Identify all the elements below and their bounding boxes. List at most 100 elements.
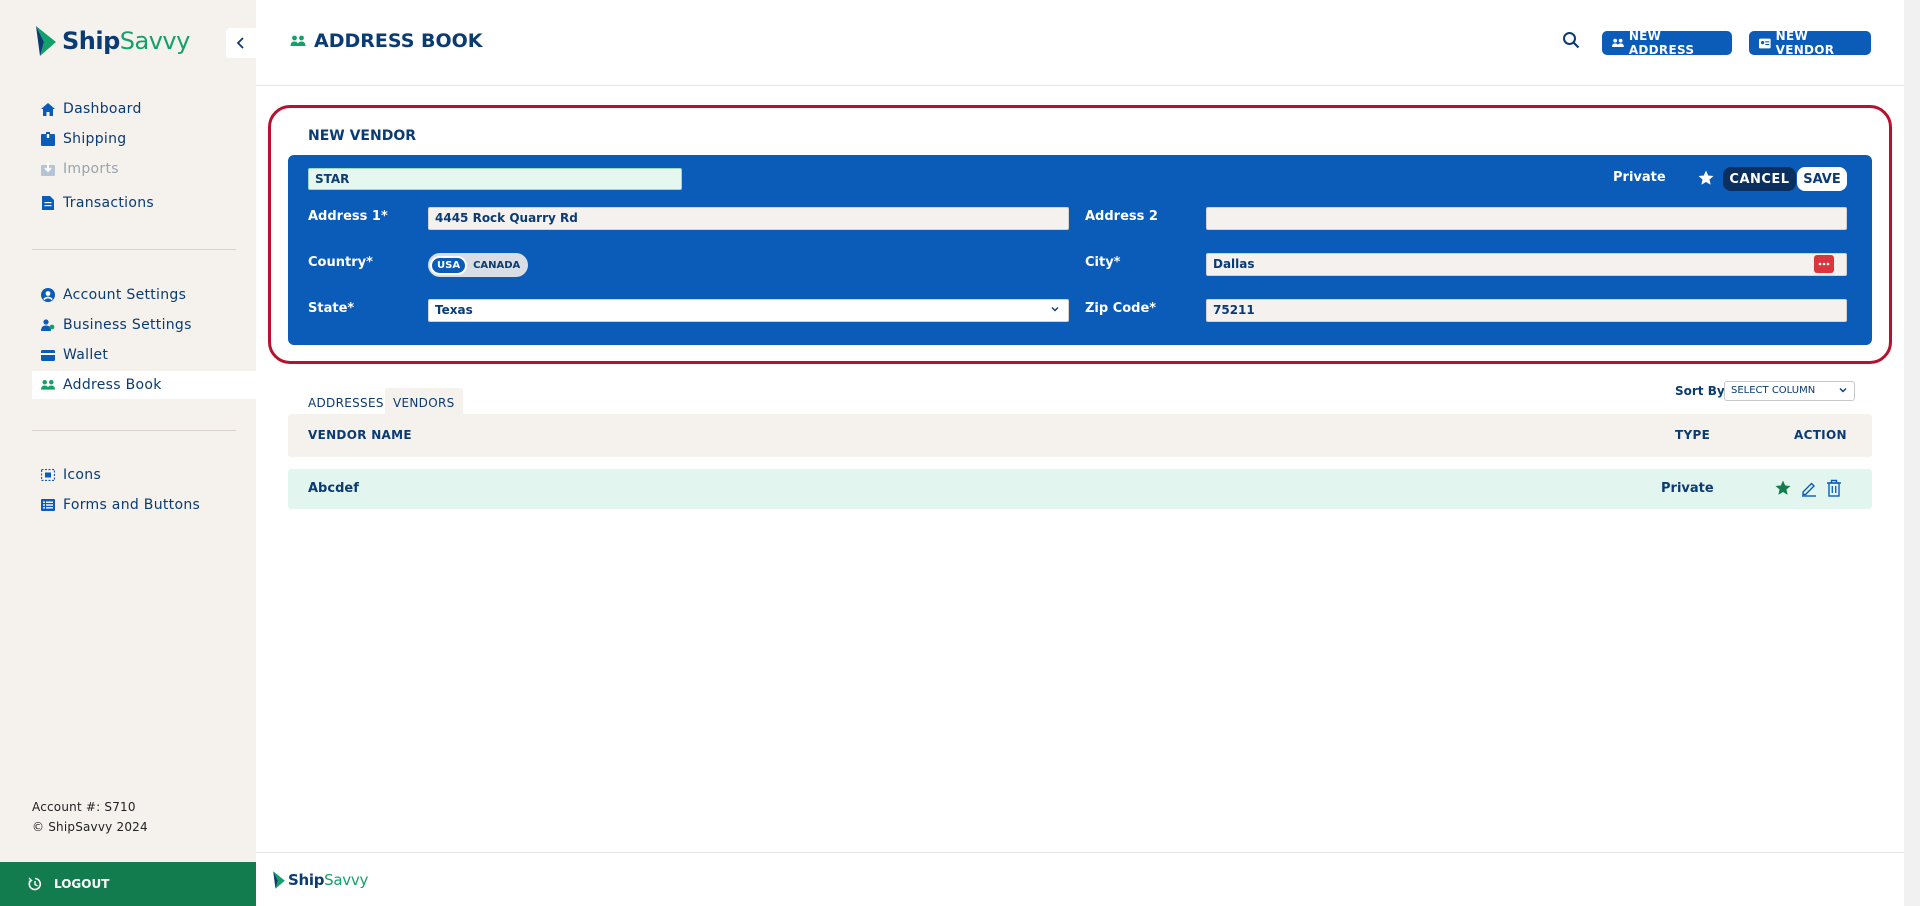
sidebar-item-label: Icons xyxy=(63,467,102,483)
state-select-value: Texas xyxy=(435,303,473,317)
address-book-icon xyxy=(1612,38,1624,47)
sidebar-item-account-settings[interactable]: Account Settings xyxy=(32,281,256,309)
new-vendor-heading: NEW VENDOR xyxy=(308,128,417,144)
home-icon xyxy=(41,102,55,116)
address1-label: Address 1* xyxy=(308,209,388,224)
new-vendor-label: NEW VENDOR xyxy=(1775,29,1835,57)
column-action: ACTION xyxy=(1794,428,1847,442)
column-vendor-name: VENDOR NAME xyxy=(308,428,412,442)
row-actions xyxy=(1774,479,1842,497)
sidebar-item-icons[interactable]: Icons xyxy=(32,461,256,489)
nav-settings: Account Settings Business Settings Walle… xyxy=(32,281,256,399)
favorite-button[interactable] xyxy=(1774,479,1792,497)
private-label: Private xyxy=(1613,170,1666,185)
address1-input[interactable]: 4445 Rock Quarry Rd xyxy=(428,207,1069,230)
table-header: VENDOR NAME TYPE ACTION xyxy=(288,414,1872,457)
sidebar-item-label: Imports xyxy=(63,161,119,177)
search-icon xyxy=(1563,32,1580,49)
star-icon xyxy=(1698,170,1714,185)
zip-input[interactable]: 75211 xyxy=(1206,299,1847,322)
new-address-label: NEW ADDRESS xyxy=(1628,29,1695,57)
page-scrollbar[interactable] xyxy=(1904,0,1920,906)
chevron-down-icon xyxy=(1839,388,1847,393)
cancel-button[interactable]: CANCEL xyxy=(1723,167,1796,191)
sidebar-divider xyxy=(32,430,236,431)
page-title: ADDRESS BOOK xyxy=(290,30,483,52)
country-option-canada[interactable]: CANADA xyxy=(467,260,526,271)
vendor-card-icon xyxy=(1759,38,1771,48)
sidebar-item-label: Wallet xyxy=(63,347,109,363)
more-dots-icon xyxy=(1818,262,1830,266)
address2-input[interactable] xyxy=(1206,207,1847,230)
save-button[interactable]: SAVE xyxy=(1797,167,1847,191)
box-icon xyxy=(41,132,55,146)
state-select[interactable]: Texas xyxy=(428,299,1069,322)
icons-grid-icon xyxy=(41,468,55,482)
account-number: Account #: S710 xyxy=(32,800,136,814)
chevron-left-icon xyxy=(236,37,244,49)
sidebar-item-shipping[interactable]: Shipping xyxy=(32,125,256,153)
sort-by-label: Sort By xyxy=(1675,384,1725,398)
sidebar-item-business-settings[interactable]: Business Settings xyxy=(32,311,256,339)
copyright: © ShipSavvy 2024 xyxy=(32,820,148,834)
sort-column-select[interactable]: SELECT COLUMN xyxy=(1724,381,1855,401)
private-star-toggle[interactable] xyxy=(1697,169,1715,191)
new-vendor-button[interactable]: NEW VENDOR xyxy=(1749,29,1871,57)
city-options-button[interactable] xyxy=(1814,255,1834,273)
page-title-text: ADDRESS BOOK xyxy=(314,30,483,52)
address2-label: Address 2 xyxy=(1085,209,1158,224)
country-label: Country* xyxy=(308,255,373,270)
logo-mark-icon xyxy=(273,871,285,889)
sort-select-value: SELECT COLUMN xyxy=(1731,385,1816,396)
user-circle-icon xyxy=(41,288,55,302)
sidebar-divider xyxy=(32,249,236,250)
sidebar-item-label: Shipping xyxy=(63,131,127,147)
list-icon xyxy=(41,498,55,512)
country-option-usa[interactable]: USA xyxy=(430,255,468,275)
state-label: State* xyxy=(308,301,355,316)
address-book-icon xyxy=(290,35,306,46)
trash-icon xyxy=(1827,479,1841,497)
sidebar-item-label: Account Settings xyxy=(63,287,187,303)
sidebar-item-label: Transactions xyxy=(63,195,154,211)
city-label: City* xyxy=(1085,255,1121,270)
logout-icon xyxy=(28,877,42,891)
column-type: TYPE xyxy=(1675,428,1711,442)
shipsavvy-logo[interactable]: ShipSavvy xyxy=(34,24,190,58)
page-footer: ShipSavvy xyxy=(256,852,1904,906)
business-users-icon xyxy=(41,318,55,332)
footer-logo: ShipSavvy xyxy=(272,870,368,890)
collapse-sidebar-button[interactable] xyxy=(226,28,256,58)
page-header: ADDRESS BOOK NEW ADDRESS NEW VENDOR xyxy=(256,0,1904,86)
sidebar-item-label: Forms and Buttons xyxy=(63,497,201,513)
search-button[interactable] xyxy=(1562,31,1580,53)
sidebar: ShipSavvy Dashboard Shipping Imports Tra… xyxy=(0,0,256,906)
sidebar-item-wallet[interactable]: Wallet xyxy=(32,341,256,369)
city-input[interactable]: Dallas xyxy=(1206,253,1847,276)
edit-button[interactable] xyxy=(1800,479,1818,497)
vendor-name-input[interactable]: STAR xyxy=(308,168,682,190)
sidebar-item-address-book[interactable]: Address Book xyxy=(32,371,256,399)
star-icon xyxy=(1775,480,1791,495)
logo-text: ShipSavvy xyxy=(62,27,190,55)
sidebar-item-label: Dashboard xyxy=(63,101,142,117)
country-toggle[interactable]: USA CANADA xyxy=(428,253,528,277)
sidebar-item-forms-and-buttons[interactable]: Forms and Buttons xyxy=(32,491,256,519)
new-address-button[interactable]: NEW ADDRESS xyxy=(1602,29,1732,57)
logout-button[interactable]: LOGOUT xyxy=(0,862,256,906)
card-icon xyxy=(41,348,55,362)
nav-primary: Dashboard Shipping Imports Transactions xyxy=(32,95,256,217)
sidebar-item-label: Business Settings xyxy=(63,317,192,333)
import-icon xyxy=(41,162,55,176)
table-row[interactable]: Abcdef Private xyxy=(288,469,1872,509)
pencil-icon xyxy=(1802,482,1816,497)
nav-dev: Icons Forms and Buttons xyxy=(32,461,256,519)
zip-label: Zip Code* xyxy=(1085,301,1157,316)
delete-button[interactable] xyxy=(1826,479,1842,497)
sidebar-item-dashboard[interactable]: Dashboard xyxy=(32,95,256,123)
sidebar-item-imports[interactable]: Imports xyxy=(32,155,256,183)
sidebar-item-transactions[interactable]: Transactions xyxy=(32,189,256,217)
logo-mark-icon xyxy=(36,26,56,56)
vendor-type-cell: Private xyxy=(1661,481,1714,496)
address-book-icon xyxy=(41,378,55,392)
